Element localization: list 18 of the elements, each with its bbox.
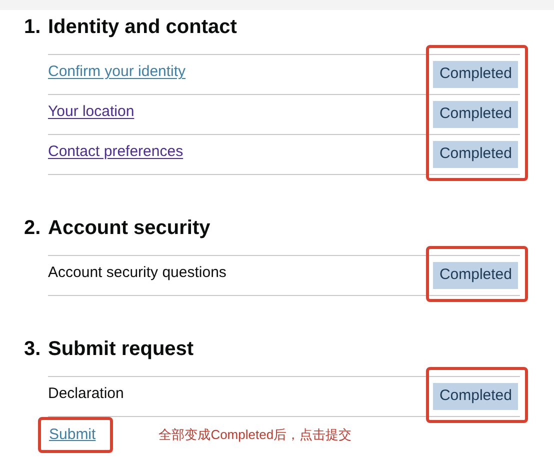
- task-link[interactable]: Your location: [48, 101, 134, 124]
- section-number: 3.: [24, 337, 42, 362]
- status-tag: Completed: [433, 383, 518, 410]
- section-heading: Identity and contact: [48, 15, 237, 40]
- task-link[interactable]: Contact preferences: [48, 141, 184, 164]
- status-tag: Completed: [433, 101, 518, 128]
- section-heading: Submit request: [48, 337, 194, 362]
- status-tag: Completed: [433, 262, 518, 289]
- task-link[interactable]: Confirm your identity: [48, 61, 186, 84]
- task-name: Account security questions: [48, 263, 226, 284]
- status-tag: Completed: [433, 61, 518, 88]
- section-number: 1.: [24, 15, 42, 40]
- task-name: Declaration: [48, 384, 124, 404]
- submit-link[interactable]: Submit: [38, 416, 113, 454]
- annotation-note: 全部变成Completed后，点击提交: [158, 426, 352, 444]
- section-heading: Account security: [48, 216, 210, 241]
- status-tag: Completed: [433, 141, 518, 168]
- section-number: 2.: [24, 216, 42, 241]
